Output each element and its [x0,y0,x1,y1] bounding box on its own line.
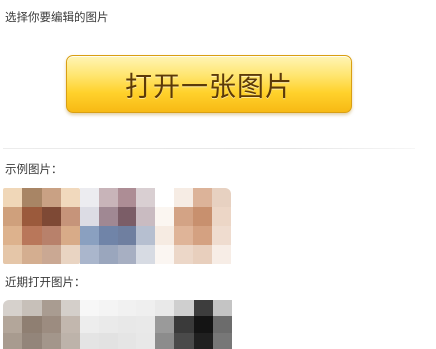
thumbnail-pixel-block [136,316,155,334]
thumbnail-pixel-block [193,207,213,227]
thumbnail-pixel-block [136,300,155,317]
thumbnail-pixel-block [98,332,119,349]
thumbnail-pixel-block [41,207,62,227]
thumbnail-pixel-block [80,207,100,227]
sample-thumbnail-3[interactable] [155,188,231,264]
thumbnail-pixel-block [193,188,213,208]
thumbnail-pixel-block [174,300,195,317]
thumbnail-pixel-block [212,188,231,208]
thumbnail-pixel-block [41,245,62,264]
thumbnail-pixel-block [117,207,138,227]
thumbnail-pixel-block [22,316,43,334]
thumbnail-pixel-block [117,332,138,349]
sample-thumbnail-2[interactable] [80,188,155,264]
scrollbar[interactable] [430,0,436,349]
thumbnail-pixel-block [212,207,231,227]
thumbnail-pixel-block [155,316,175,334]
thumbnail-pixel-block [117,316,138,334]
thumbnail-pixel-block [22,332,43,349]
thumbnail-pixel-block [193,300,214,317]
select-image-prompt: 选择你要编辑的图片 [5,10,109,24]
thumbnail-pixel-block [193,226,213,246]
thumbnail-pixel-block [155,300,175,317]
thumbnail-pixel-block [22,207,43,227]
thumbnail-pixel-block [3,245,23,264]
thumbnail-pixel-block [80,245,100,264]
recent-images-title: 近期打开图片： [5,275,86,289]
thumbnail-pixel-block [155,188,175,208]
thumbnail-pixel-block [193,245,213,264]
sample-images-title: 示例图片： [5,162,63,176]
thumbnail-pixel-block [174,316,195,334]
sample-thumbnail-1[interactable] [3,188,80,264]
thumbnail-pixel-block [60,245,80,264]
thumbnail-pixel-block [60,316,80,334]
thumbnail-pixel-block [80,316,100,334]
thumbnail-pixel-block [155,245,175,264]
thumbnail-pixel-block [41,332,62,349]
thumbnail-pixel-block [41,226,62,246]
thumbnail-pixel-block [98,188,119,208]
thumbnail-pixel-block [136,207,155,227]
thumbnail-pixel-block [3,226,23,246]
section-divider [3,148,415,149]
thumbnail-pixel-block [136,226,155,246]
thumbnail-pixel-block [3,300,23,317]
thumbnail-pixel-block [174,207,194,227]
thumbnail-pixel-block [174,188,194,208]
thumbnail-pixel-block [212,226,231,246]
thumbnail-pixel-block [174,245,194,264]
thumbnail-pixel-block [193,316,214,334]
thumbnail-pixel-block [60,207,80,227]
thumbnail-pixel-block [98,300,119,317]
open-image-button-label: 打开一张图片 [125,71,293,103]
thumbnail-pixel-block [174,332,195,349]
recent-thumbnail-2[interactable] [80,300,155,349]
thumbnail-pixel-block [22,226,43,246]
thumbnail-pixel-block [117,300,138,317]
thumbnail-pixel-block [98,316,119,334]
thumbnail-pixel-block [117,245,138,264]
thumbnail-pixel-block [22,188,43,208]
thumbnail-pixel-block [155,332,175,349]
recent-thumbnail-1[interactable] [3,300,80,349]
open-image-button[interactable]: 打开一张图片 [66,55,352,113]
thumbnail-pixel-block [98,226,119,246]
thumbnail-pixel-block [3,207,23,227]
thumbnail-pixel-block [212,332,232,349]
thumbnail-pixel-block [80,188,100,208]
thumbnail-pixel-block [60,226,80,246]
thumbnail-pixel-block [155,226,175,246]
thumbnail-pixel-block [155,207,175,227]
thumbnail-pixel-block [80,226,100,246]
thumbnail-pixel-block [22,245,43,264]
thumbnail-pixel-block [80,332,100,349]
thumbnail-pixel-block [60,332,80,349]
thumbnail-pixel-block [212,300,232,317]
thumbnail-pixel-block [80,300,100,317]
thumbnail-pixel-block [41,300,62,317]
thumbnail-pixel-block [60,300,80,317]
thumbnail-pixel-block [117,226,138,246]
thumbnail-pixel-block [60,188,80,208]
thumbnail-pixel-block [41,316,62,334]
thumbnail-pixel-block [212,245,231,264]
thumbnail-pixel-block [98,245,119,264]
thumbnail-pixel-block [136,332,155,349]
thumbnail-pixel-block [193,332,214,349]
thumbnail-pixel-block [3,316,23,334]
thumbnail-pixel-block [117,188,138,208]
thumbnail-pixel-block [212,316,232,334]
thumbnail-pixel-block [41,188,62,208]
recent-thumbnail-3[interactable] [155,300,232,349]
thumbnail-pixel-block [3,188,23,208]
thumbnail-pixel-block [98,207,119,227]
thumbnail-pixel-block [136,245,155,264]
thumbnail-pixel-block [3,332,23,349]
thumbnail-pixel-block [174,226,194,246]
thumbnail-pixel-block [136,188,155,208]
thumbnail-pixel-block [22,300,43,317]
